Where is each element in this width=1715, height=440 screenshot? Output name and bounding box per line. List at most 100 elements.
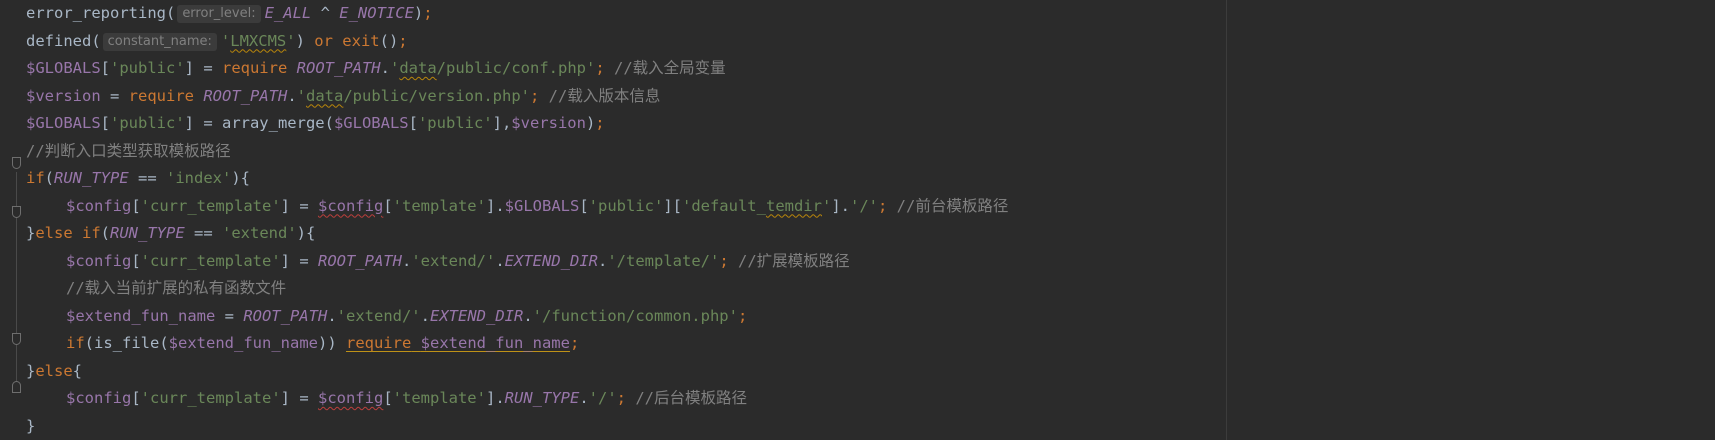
code-token: 'extend/' (411, 251, 496, 270)
code-token: ROOT_PATH (317, 251, 402, 270)
code-line[interactable]: if(is_file($extend_fun_name)) require $e… (26, 330, 1715, 358)
code-token: 'public' (588, 196, 664, 215)
code-token: ] = (184, 114, 222, 132)
code-token: . (420, 306, 430, 325)
code-token: /public/version.php' (343, 86, 530, 105)
code-token: ; (529, 86, 540, 105)
code-token: $GLOBALS (504, 196, 580, 215)
code-area[interactable]: error_reporting(error_level: E_ALL ^ E_NO… (26, 0, 1715, 440)
fold-open-icon[interactable] (12, 157, 21, 169)
code-token: '/' (850, 196, 878, 215)
code-line[interactable]: if(RUN_TYPE == 'index'){ (26, 165, 1715, 193)
code-token: else if (35, 224, 101, 242)
parameter-hint: constant_name: (102, 32, 217, 51)
code-token: RUN_TYPE (110, 224, 185, 242)
code-token: 'template' (392, 196, 486, 215)
code-token: [ (383, 196, 393, 215)
code-token: ) (413, 4, 424, 22)
code-token: //载入版本信息 (539, 86, 661, 105)
code-token: //前台模板路径 (887, 196, 1009, 215)
code-token: } (26, 361, 36, 380)
code-token: == (184, 224, 222, 242)
code-token: ][ (663, 196, 682, 215)
code-token: data (399, 59, 437, 77)
code-token: $extend_fun_name (420, 334, 570, 352)
code-token: '/' (588, 389, 617, 407)
code-token: '/template/' (607, 251, 720, 270)
code-line[interactable]: error_reporting(error_level: E_ALL ^ E_NO… (26, 0, 1715, 28)
code-token: $version (26, 86, 101, 105)
code-token: ROOT_PATH (243, 306, 328, 325)
code-line[interactable]: }else if(RUN_TYPE == 'extend'){ (26, 220, 1715, 248)
code-token: 'curr_template' (140, 196, 281, 215)
code-token: ; (719, 251, 729, 270)
code-token: [ (100, 114, 110, 132)
code-token: ^ (311, 4, 340, 22)
editor-gutter (0, 0, 22, 440)
code-token: ]. (831, 196, 850, 215)
code-token: 'default_ (681, 196, 766, 215)
code-token: error_reporting( (26, 4, 176, 22)
fold-open-icon[interactable] (12, 333, 21, 345)
code-line[interactable]: $config['curr_template'] = $config['temp… (26, 193, 1715, 221)
code-token: require (221, 59, 288, 77)
code-token: 'extend/' (336, 306, 421, 325)
code-token: } (26, 416, 36, 435)
code-token: EXTEND_DIR (430, 306, 524, 325)
code-token: $config (317, 196, 384, 215)
fold-open-icon[interactable] (12, 206, 21, 218)
code-line[interactable]: $GLOBALS['public'] = array_merge($GLOBAL… (26, 110, 1715, 138)
code-token: () (379, 31, 399, 50)
code-token: $version (511, 114, 586, 132)
code-line[interactable]: //载入当前扩展的私有函数文件 (26, 275, 1715, 303)
code-token: [ (383, 389, 393, 407)
code-token: require (128, 86, 194, 105)
code-token: . (380, 59, 390, 77)
code-token: require (345, 334, 412, 352)
code-token: = (215, 306, 244, 325)
code-token: $extend_fun_name (168, 334, 318, 352)
code-line[interactable]: } (26, 413, 1715, 440)
code-token: ){ (231, 169, 250, 187)
code-token: is_file( (94, 334, 169, 352)
code-token: { (72, 361, 83, 380)
code-token: temdir (765, 196, 822, 215)
code-token: ; (398, 31, 408, 50)
code-token: ' (821, 196, 832, 215)
code-token: 'curr_template' (140, 251, 281, 270)
fold-close-icon[interactable] (12, 381, 21, 393)
code-line[interactable]: $config['curr_template'] = $config['temp… (26, 385, 1715, 413)
code-token: [ (408, 114, 418, 132)
code-token: . (598, 251, 608, 270)
code-token: if (26, 169, 45, 187)
code-token: data (306, 86, 344, 105)
code-token: . (495, 251, 505, 270)
code-line[interactable]: defined(constant_name: 'LMXCMS') or exit(… (26, 28, 1715, 56)
code-line[interactable]: $GLOBALS['public'] = require ROOT_PATH.'… (26, 55, 1715, 83)
code-token: )) (317, 334, 346, 352)
code-token: ; (878, 196, 888, 215)
code-token: . (327, 306, 337, 325)
code-token: '/function/common.php' (532, 306, 738, 325)
code-token: EXTEND_DIR (504, 251, 598, 270)
code-token: ){ (296, 224, 316, 242)
code-line[interactable]: $extend_fun_name = ROOT_PATH.'extend/'.E… (26, 303, 1715, 331)
code-token: ]. (485, 389, 505, 407)
code-token: 'template' (392, 389, 486, 407)
code-token: 'public' (110, 114, 185, 132)
code-token: ] = (280, 196, 318, 215)
code-token: $config (317, 389, 384, 407)
code-token: ROOT_PATH (296, 59, 381, 77)
code-line[interactable]: $version = require ROOT_PATH.'data/publi… (26, 83, 1715, 111)
code-token: } (26, 224, 36, 242)
code-token: //载入当前扩展的私有函数文件 (66, 279, 287, 297)
code-editor[interactable]: error_reporting(error_level: E_ALL ^ E_NO… (0, 0, 1715, 440)
code-line[interactable]: //判断入口类型获取模板路径 (26, 138, 1715, 166)
code-line[interactable]: }else{ (26, 358, 1715, 386)
code-token: = (100, 86, 129, 105)
code-line[interactable]: $config['curr_template'] = ROOT_PATH.'ex… (26, 248, 1715, 276)
code-token: $extend_fun_name (66, 306, 216, 325)
code-token: ; (737, 306, 748, 325)
